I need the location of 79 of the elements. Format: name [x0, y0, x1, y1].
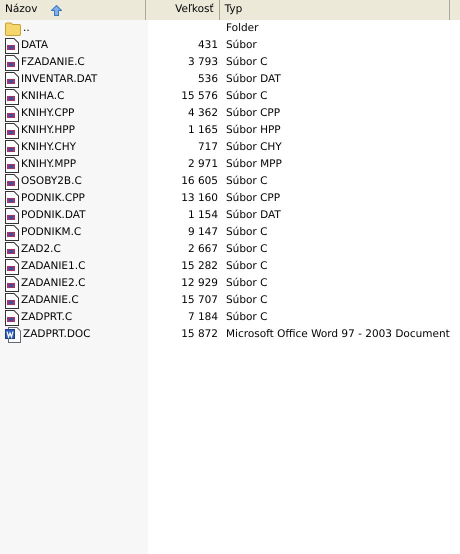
file-type: Súbor C	[226, 276, 268, 289]
file-name[interactable]: ZADANIE2.C	[21, 276, 86, 292]
file-name[interactable]: KNIHA.C	[21, 88, 64, 104]
file-name[interactable]: ..	[23, 20, 30, 36]
file-name[interactable]: KNIHY.HPP	[21, 122, 75, 138]
file-icon	[5, 310, 19, 326]
file-size: 4 362	[188, 106, 218, 119]
file-type: Súbor HPP	[226, 124, 281, 136]
word-document-icon	[5, 326, 21, 342]
file-size: 7 184	[188, 310, 218, 323]
file-name[interactable]: OSOBY2B.C	[21, 174, 82, 190]
file-type: Súbor C	[226, 294, 268, 306]
file-name[interactable]: KNIHY.MPP	[21, 156, 76, 172]
file-size: 1 154	[188, 208, 218, 221]
file-name[interactable]: PODNIK.CPP	[21, 190, 85, 206]
file-type: Súbor MPP	[226, 158, 282, 170]
file-size: 1 165	[188, 124, 218, 136]
file-type: Súbor CPP	[226, 106, 280, 119]
file-type: Súbor C	[226, 226, 268, 238]
file-type: Microsoft Office Word 97 - 2003 Document	[226, 328, 450, 340]
file-size: 9 147	[188, 226, 218, 238]
file-icon	[5, 106, 19, 122]
file-size: 3 793	[188, 56, 218, 68]
file-icon	[5, 54, 19, 70]
file-name[interactable]: PODNIK.DAT	[21, 208, 86, 224]
file-size: 15 872	[181, 328, 218, 340]
file-size: 536	[198, 72, 218, 85]
file-icon	[5, 224, 19, 240]
column-header[interactable]: Typ	[220, 0, 450, 20]
file-size: 15 576	[181, 90, 218, 102]
file-icon	[5, 242, 19, 258]
file-type: Súbor C	[226, 310, 268, 323]
file-type: Súbor C	[226, 56, 268, 68]
file-size: 13 160	[181, 192, 218, 204]
file-size: 2 971	[188, 158, 218, 170]
file-icon	[5, 156, 19, 172]
file-type: Folder	[226, 22, 258, 34]
file-name[interactable]: ZADANIE.C	[21, 292, 79, 308]
file-size: 15 282	[181, 260, 218, 272]
file-icon	[5, 208, 19, 224]
file-name[interactable]: ZADANIE1.C	[21, 258, 86, 274]
file-icon	[5, 122, 19, 138]
sort-arrow-icon	[51, 4, 62, 16]
file-icon	[5, 292, 19, 308]
file-type: Súbor	[226, 38, 257, 51]
file-name[interactable]: ZADPRT.C	[21, 310, 72, 326]
file-name[interactable]: DATA	[21, 38, 48, 54]
file-size: 12 929	[181, 276, 218, 289]
file-type: Súbor C	[226, 174, 268, 187]
file-icon	[5, 190, 19, 206]
file-size: 431	[198, 38, 218, 51]
file-type: Súbor CPP	[226, 192, 280, 204]
column-header[interactable]: Názov	[0, 0, 146, 20]
file-name[interactable]: ZAD2.C	[21, 242, 61, 258]
column-header[interactable]: Veľkosť	[146, 0, 220, 20]
file-name[interactable]: PODNIKM.C	[21, 224, 82, 240]
file-icon	[5, 38, 19, 54]
file-icon	[5, 276, 19, 292]
file-type: Súbor C	[226, 260, 268, 272]
file-type: Súbor C	[226, 90, 268, 102]
file-type: Súbor C	[226, 242, 268, 255]
file-type: Súbor CHY	[226, 140, 282, 153]
file-icon	[5, 72, 19, 88]
folder-icon	[5, 22, 21, 36]
file-icon	[5, 174, 19, 190]
file-name[interactable]: ZADPRT.DOC	[23, 326, 91, 342]
file-size: 717	[198, 140, 218, 153]
file-type: Súbor DAT	[226, 208, 281, 221]
file-size: 15 707	[181, 294, 218, 306]
file-size: 2 667	[188, 242, 218, 255]
file-name[interactable]: INVENTAR.DAT	[21, 72, 98, 88]
file-name[interactable]: FZADANIE.C	[21, 54, 85, 70]
file-icon	[5, 140, 19, 156]
file-icon	[5, 88, 19, 104]
file-name[interactable]: KNIHY.CPP	[21, 106, 74, 122]
file-icon	[5, 258, 19, 274]
file-name[interactable]: KNIHY.CHY	[21, 140, 76, 156]
file-size: 16 605	[181, 174, 218, 187]
file-type: Súbor DAT	[226, 72, 281, 85]
